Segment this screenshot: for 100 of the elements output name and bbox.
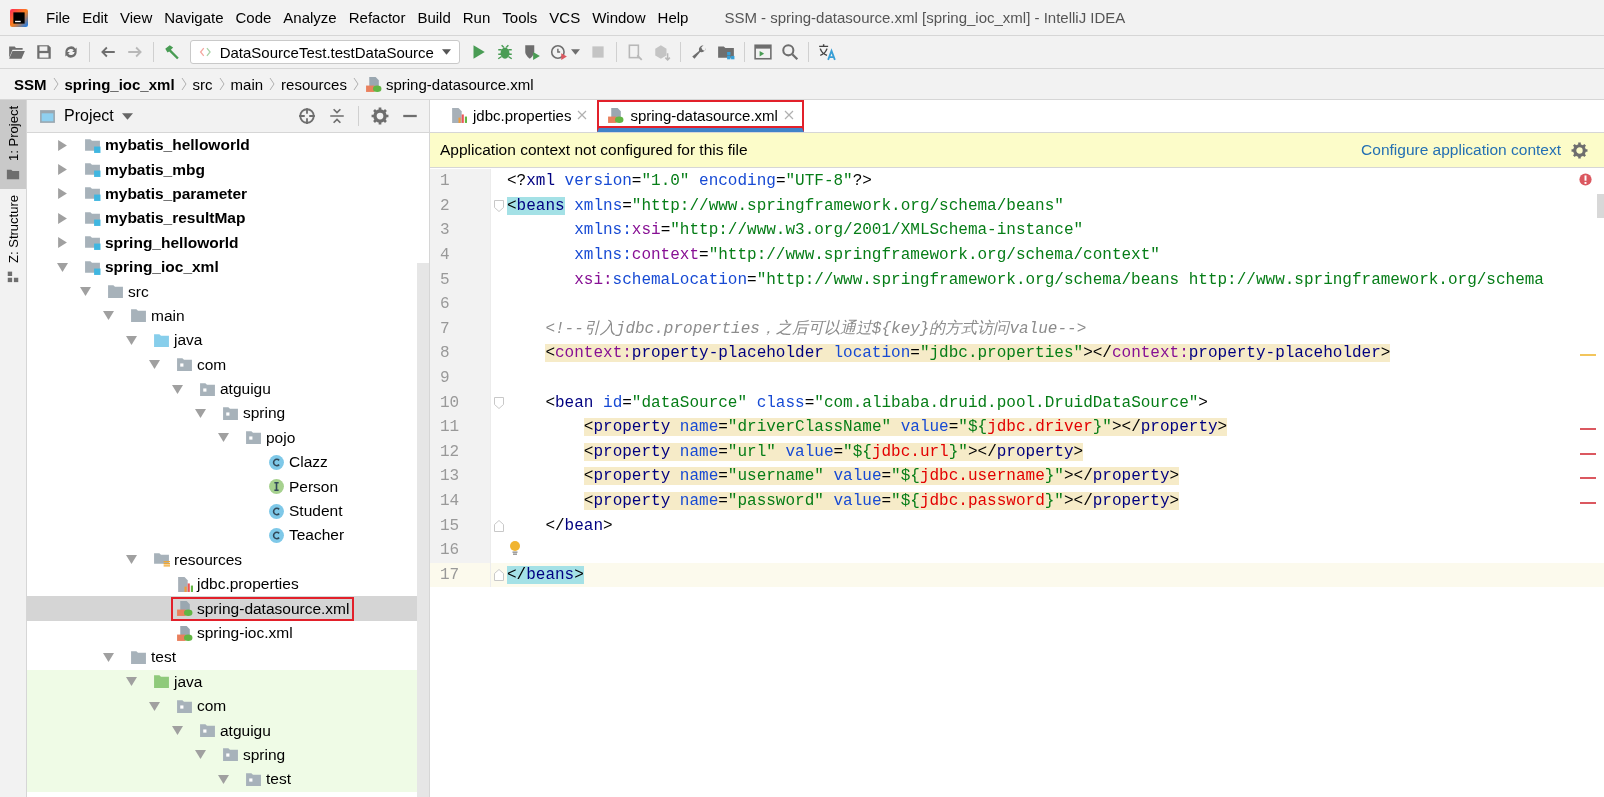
menu-item[interactable]: View — [114, 9, 159, 26]
expanded-arrow-icon[interactable] — [218, 432, 229, 444]
expanded-arrow-icon[interactable] — [103, 651, 114, 663]
tree-row[interactable]: pojo — [27, 425, 417, 451]
collapsed-arrow-icon[interactable] — [57, 188, 68, 200]
expanded-arrow-icon[interactable] — [80, 286, 91, 298]
save-icon[interactable] — [35, 43, 53, 61]
tree-row[interactable]: resources — [27, 547, 417, 573]
tree-row[interactable]: com — [27, 352, 417, 377]
collapsed-arrow-icon[interactable] — [57, 212, 68, 224]
tree-row[interactable]: atguigu — [27, 376, 417, 402]
menu-item[interactable]: File — [40, 9, 77, 26]
fold-marker-icon[interactable] — [494, 568, 504, 581]
error-stripe-mark[interactable] — [1580, 354, 1596, 357]
collapse-all-icon[interactable] — [328, 107, 346, 125]
menu-item[interactable]: Tools — [496, 9, 544, 26]
tree-row[interactable]: spring — [27, 742, 417, 768]
open-folder-icon[interactable] — [8, 43, 26, 61]
expanded-arrow-icon[interactable] — [172, 725, 183, 737]
configure-link[interactable]: Configure application context — [1361, 141, 1561, 159]
expanded-arrow-icon[interactable] — [103, 310, 114, 322]
tree-row[interactable]: spring_ioc_xml — [27, 254, 417, 280]
expanded-arrow-icon[interactable] — [126, 676, 137, 688]
tree-row[interactable]: com — [27, 694, 417, 719]
tree-row[interactable]: test — [27, 767, 417, 792]
tree-row[interactable]: mybatis_helloworld — [27, 133, 417, 158]
settings-icon[interactable] — [1571, 141, 1588, 159]
expanded-arrow-icon[interactable] — [218, 773, 229, 785]
fold-marker-icon[interactable] — [494, 199, 504, 212]
tree-row[interactable]: main — [27, 303, 417, 329]
expanded-arrow-icon[interactable] — [195, 749, 206, 761]
search-icon[interactable] — [781, 43, 799, 61]
hammer-icon[interactable] — [163, 43, 181, 61]
menu-item[interactable]: VCS — [543, 9, 587, 26]
project-view-selector[interactable]: Project — [39, 107, 133, 125]
tree-row[interactable]: java — [27, 669, 417, 694]
menu-item[interactable]: Edit — [76, 9, 115, 26]
tree-row[interactable]: Student — [27, 498, 417, 524]
tree-row[interactable]: mybatis_parameter — [27, 181, 417, 207]
tool-window-tab[interactable]: Z: Structure — [0, 188, 26, 291]
tree-row[interactable]: test — [27, 645, 417, 670]
breadcrumb-item[interactable]: main — [230, 75, 264, 93]
tree-row[interactable]: spring-ioc.xml — [27, 620, 417, 646]
menu-item[interactable]: Window — [586, 9, 652, 26]
tree-row[interactable]: src — [27, 279, 417, 304]
caret-icon[interactable] — [571, 49, 580, 55]
expanded-arrow-icon[interactable] — [126, 334, 137, 346]
cube-arrow-icon[interactable] — [653, 43, 671, 61]
tool-window-tab[interactable]: 1: Project — [0, 100, 26, 189]
folder-grid-icon[interactable] — [717, 43, 735, 61]
error-stripe-mark[interactable] — [1580, 501, 1596, 504]
fold-marker-icon[interactable] — [494, 519, 504, 532]
breadcrumb-item[interactable]: resources — [281, 75, 347, 93]
tree-row[interactable]: Person — [27, 474, 417, 499]
breadcrumb-item[interactable]: spring-datasource.xml — [364, 75, 534, 93]
expanded-arrow-icon[interactable] — [149, 359, 160, 371]
tree-row[interactable]: jdbc.properties — [27, 572, 417, 597]
collapsed-arrow-icon[interactable] — [57, 139, 68, 151]
breadcrumb-item[interactable]: src — [192, 75, 213, 93]
tree-row[interactable]: atguigu — [27, 718, 417, 743]
breadcrumb-item[interactable]: SSM — [14, 75, 47, 93]
menu-item[interactable]: Run — [456, 9, 497, 26]
expanded-arrow-icon[interactable] — [172, 383, 183, 395]
expanded-arrow-icon[interactable] — [126, 554, 137, 566]
close-icon[interactable] — [577, 110, 588, 120]
bug-icon[interactable] — [496, 43, 514, 61]
tree-row[interactable]: mybatis_mbg — [27, 157, 417, 182]
editor-tab[interactable]: spring-datasource.xml — [597, 100, 804, 132]
error-stripe-mark[interactable] — [1580, 452, 1596, 455]
editor-tab[interactable]: jdbc.properties — [440, 100, 598, 132]
breadcrumb-item[interactable]: spring_ioc_xml — [64, 75, 175, 93]
tree-row[interactable]: Clazz — [27, 450, 417, 475]
tree-row[interactable]: java — [27, 328, 417, 353]
scrollbar-track[interactable] — [417, 263, 429, 797]
tree-row[interactable]: spring — [27, 401, 417, 426]
tree-row[interactable]: spring_helloworld — [27, 230, 417, 255]
translate-icon[interactable] — [818, 43, 836, 61]
tree-row[interactable]: Teacher — [27, 523, 417, 548]
locate-icon[interactable] — [298, 107, 316, 125]
expanded-arrow-icon[interactable] — [149, 700, 160, 712]
sync-icon[interactable] — [62, 43, 80, 61]
scrollbar-thumb[interactable] — [1597, 194, 1604, 218]
collapsed-arrow-icon[interactable] — [57, 164, 68, 176]
settings-icon[interactable] — [371, 107, 389, 125]
terminal-icon[interactable] — [754, 43, 772, 61]
menu-item[interactable]: Navigate — [158, 9, 230, 26]
error-icon[interactable] — [1579, 173, 1592, 186]
error-stripe-mark[interactable] — [1580, 477, 1596, 480]
menu-item[interactable]: Build — [411, 9, 457, 26]
close-icon[interactable] — [783, 110, 794, 120]
tree-row[interactable]: spring-datasource.xml — [27, 596, 417, 621]
expanded-arrow-icon[interactable] — [195, 408, 206, 419]
stop-icon[interactable] — [589, 43, 607, 61]
clock-run-icon[interactable] — [550, 43, 568, 61]
lightbulb-icon[interactable] — [509, 539, 521, 556]
wrench-icon[interactable] — [690, 43, 708, 61]
expanded-arrow-icon[interactable] — [57, 261, 68, 273]
shield-run-icon[interactable] — [523, 43, 541, 61]
collapsed-arrow-icon[interactable] — [57, 237, 68, 249]
menu-item[interactable]: Code — [229, 9, 278, 26]
